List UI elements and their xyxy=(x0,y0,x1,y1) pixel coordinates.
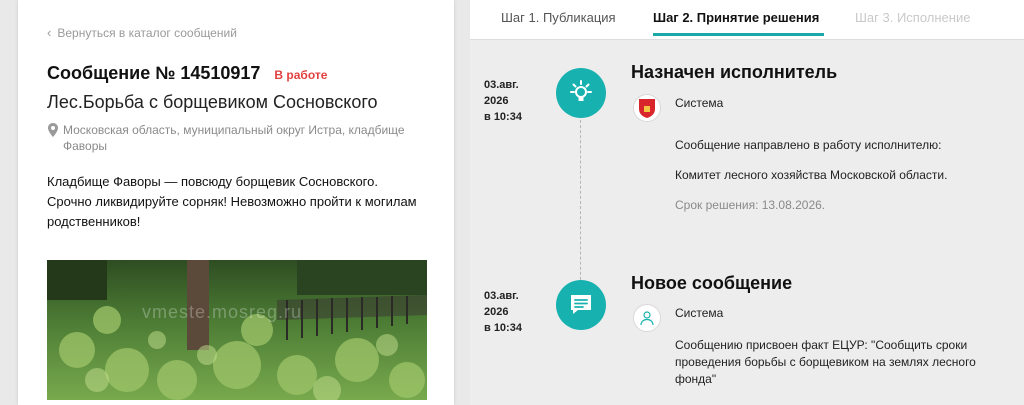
event-deadline: Срок решения: 13.08.2026. xyxy=(675,198,826,212)
message-icon xyxy=(571,295,591,314)
message-card: ‹ Вернуться в каталог сообщений Сообщени… xyxy=(18,0,454,405)
process-panel: Шаг 1. Публикация Шаг 2. Принятие решени… xyxy=(470,0,1024,405)
status-badge: В работе xyxy=(274,68,328,82)
message-description: Кладбище Фаворы — повсюду борщевик Сосно… xyxy=(47,174,417,229)
timeline-connector xyxy=(580,115,581,295)
event-title: Назначен исполнитель xyxy=(631,62,838,82)
message-topic: Лес.Борьба с борщевиком Сосновского xyxy=(47,92,378,112)
event-text: Сообщению присвоен факт ЕЦУР: "Сообщить … xyxy=(675,338,976,386)
event-author: Система xyxy=(675,96,724,110)
back-to-catalog-link[interactable]: ‹ Вернуться в каталог сообщений xyxy=(47,25,237,40)
author-avatar xyxy=(633,304,661,332)
lightbulb-icon xyxy=(570,80,592,101)
event-date: 03.авг. 2026 в 10:34 xyxy=(484,77,522,125)
tab-step-1[interactable]: Шаг 1. Публикация xyxy=(501,10,616,25)
address-text: Московская область, муниципальный округ … xyxy=(63,123,405,153)
event-title: Новое сообщение xyxy=(631,273,793,293)
message-photo[interactable]: vmeste.mosreg.ru xyxy=(47,260,427,400)
back-link-label: Вернуться в каталог сообщений xyxy=(57,25,237,40)
author-avatar xyxy=(633,94,661,122)
event-date: 03.авг. 2026 в 10:34 xyxy=(484,288,522,336)
chevron-left-icon: ‹ xyxy=(47,25,52,40)
event-date-year: 2026 xyxy=(484,95,509,107)
event-date-time: в 10:34 xyxy=(484,111,522,123)
event-date-day: 03.авг. xyxy=(484,79,519,91)
event-date-day: 03.авг. xyxy=(484,290,519,302)
moscow-region-emblem-icon xyxy=(639,99,655,118)
location-pin-icon xyxy=(48,123,58,137)
tab-step-2[interactable]: Шаг 2. Принятие решения xyxy=(653,10,819,25)
tab-step-3: Шаг 3. Исполнение xyxy=(855,10,971,25)
event-icon-circle xyxy=(556,280,606,330)
event-date-year: 2026 xyxy=(484,306,509,318)
message-title: Сообщение № 14510917 xyxy=(47,63,261,83)
event-text: Сообщение направлено в работу исполнител… xyxy=(675,138,942,152)
message-address: Московская область, муниципальный округ … xyxy=(47,122,437,154)
photo-image xyxy=(47,260,427,400)
photo-watermark: vmeste.mosreg.ru xyxy=(142,302,303,322)
message-header: Сообщение № 14510917 В работе xyxy=(47,63,327,84)
event-executor: Комитет лесного хозяйства Московской обл… xyxy=(675,168,948,182)
event-date-time: в 10:34 xyxy=(484,322,522,334)
user-icon xyxy=(640,311,654,326)
step-tabs: Шаг 1. Публикация Шаг 2. Принятие решени… xyxy=(470,0,1024,40)
event-icon-circle xyxy=(556,68,606,118)
active-tab-indicator xyxy=(653,33,824,36)
event-author: Система xyxy=(675,306,724,320)
